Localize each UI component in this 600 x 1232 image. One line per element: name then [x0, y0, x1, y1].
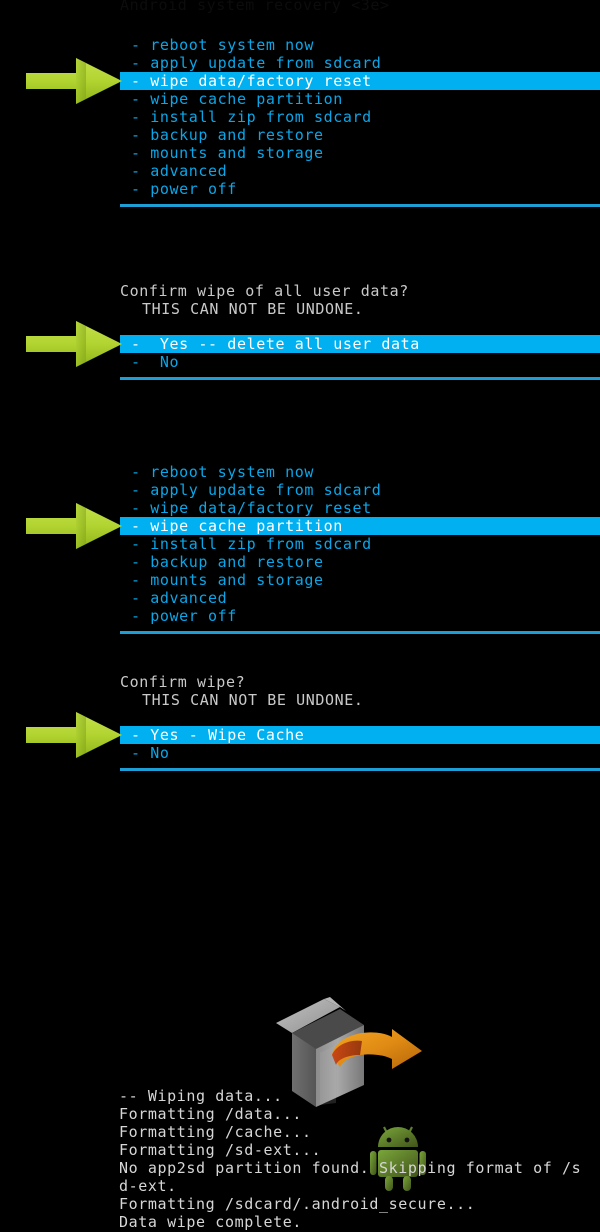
menu-item-backup-and-restore[interactable]: - backup and restore	[120, 126, 324, 144]
log-line-formatting-sd-ext: Formatting /sd-ext...	[119, 1141, 322, 1159]
menu-item-wipe-data-factory-reset[interactable]: - wipe data/factory reset	[120, 72, 600, 90]
menu2-item-apply-update-sdcard[interactable]: - apply update from sdcard	[120, 481, 381, 499]
log-line-formatting-android-secure: Formatting /sdcard/.android_secure...	[119, 1195, 476, 1213]
confirm-cache-header-line-1: Confirm wipe?	[120, 673, 246, 691]
confirm-cache-no-option[interactable]: - No	[120, 744, 170, 762]
green-arrow-pointer-icon-4	[26, 712, 122, 758]
log-line-formatting-cache: Formatting /cache...	[119, 1123, 312, 1141]
confirm-data-yes-option[interactable]: - Yes -- delete all user data	[120, 335, 600, 353]
menu2-item-backup-and-restore[interactable]: - backup and restore	[120, 553, 324, 571]
menu2-item-install-zip-sdcard[interactable]: - install zip from sdcard	[120, 535, 372, 553]
menu-separator-rule-1	[120, 204, 600, 207]
menu2-item-reboot-system-now[interactable]: - reboot system now	[120, 463, 314, 481]
orange-sweep-arrow-icon	[332, 1029, 422, 1069]
green-arrow-pointer-icon-1	[26, 58, 122, 104]
menu-item-wipe-cache-partition[interactable]: - wipe cache partition	[120, 90, 343, 108]
log-line-no-app2sd-part2: d-ext.	[119, 1177, 177, 1195]
partial-top-header: Android system recovery <3e>	[120, 0, 390, 14]
menu2-item-wipe-data-factory-reset[interactable]: - wipe data/factory reset	[120, 499, 372, 517]
menu-separator-rule-2	[120, 377, 600, 380]
confirm-cache-yes-option[interactable]: - Yes - Wipe Cache	[120, 726, 600, 744]
green-arrow-pointer-icon-2	[26, 321, 122, 367]
menu-separator-rule-4	[120, 768, 600, 771]
recovery-screen: Android system recovery <3e> - reboot sy…	[0, 0, 600, 1232]
menu-item-power-off[interactable]: - power off	[120, 180, 237, 198]
menu2-item-advanced[interactable]: - advanced	[120, 589, 227, 607]
menu2-item-power-off[interactable]: - power off	[120, 607, 237, 625]
green-arrow-pointer-icon-3	[26, 503, 122, 549]
menu2-item-wipe-cache-partition[interactable]: - wipe cache partition	[120, 517, 600, 535]
confirm-data-no-option[interactable]: - No	[120, 353, 179, 371]
confirm-data-header-line-1: Confirm wipe of all user data?	[120, 282, 409, 300]
confirm-data-header-line-2: THIS CAN NOT BE UNDONE.	[142, 300, 364, 318]
log-line-formatting-data: Formatting /data...	[119, 1105, 302, 1123]
log-line-data-wipe-complete: Data wipe complete.	[119, 1213, 302, 1231]
menu-item-advanced[interactable]: - advanced	[120, 162, 227, 180]
log-line-wiping-data: -- Wiping data...	[119, 1087, 283, 1105]
menu-item-install-zip-sdcard[interactable]: - install zip from sdcard	[120, 108, 372, 126]
menu2-item-mounts-and-storage[interactable]: - mounts and storage	[120, 571, 324, 589]
log-line-no-app2sd-part1: No app2sd partition found. Skipping form…	[119, 1159, 582, 1177]
menu-item-apply-update-sdcard[interactable]: - apply update from sdcard	[120, 54, 381, 72]
menu-item-mounts-and-storage[interactable]: - mounts and storage	[120, 144, 324, 162]
confirm-cache-header-line-2: THIS CAN NOT BE UNDONE.	[142, 691, 364, 709]
menu-item-reboot-system-now[interactable]: - reboot system now	[120, 36, 314, 54]
menu-separator-rule-3	[120, 631, 600, 634]
